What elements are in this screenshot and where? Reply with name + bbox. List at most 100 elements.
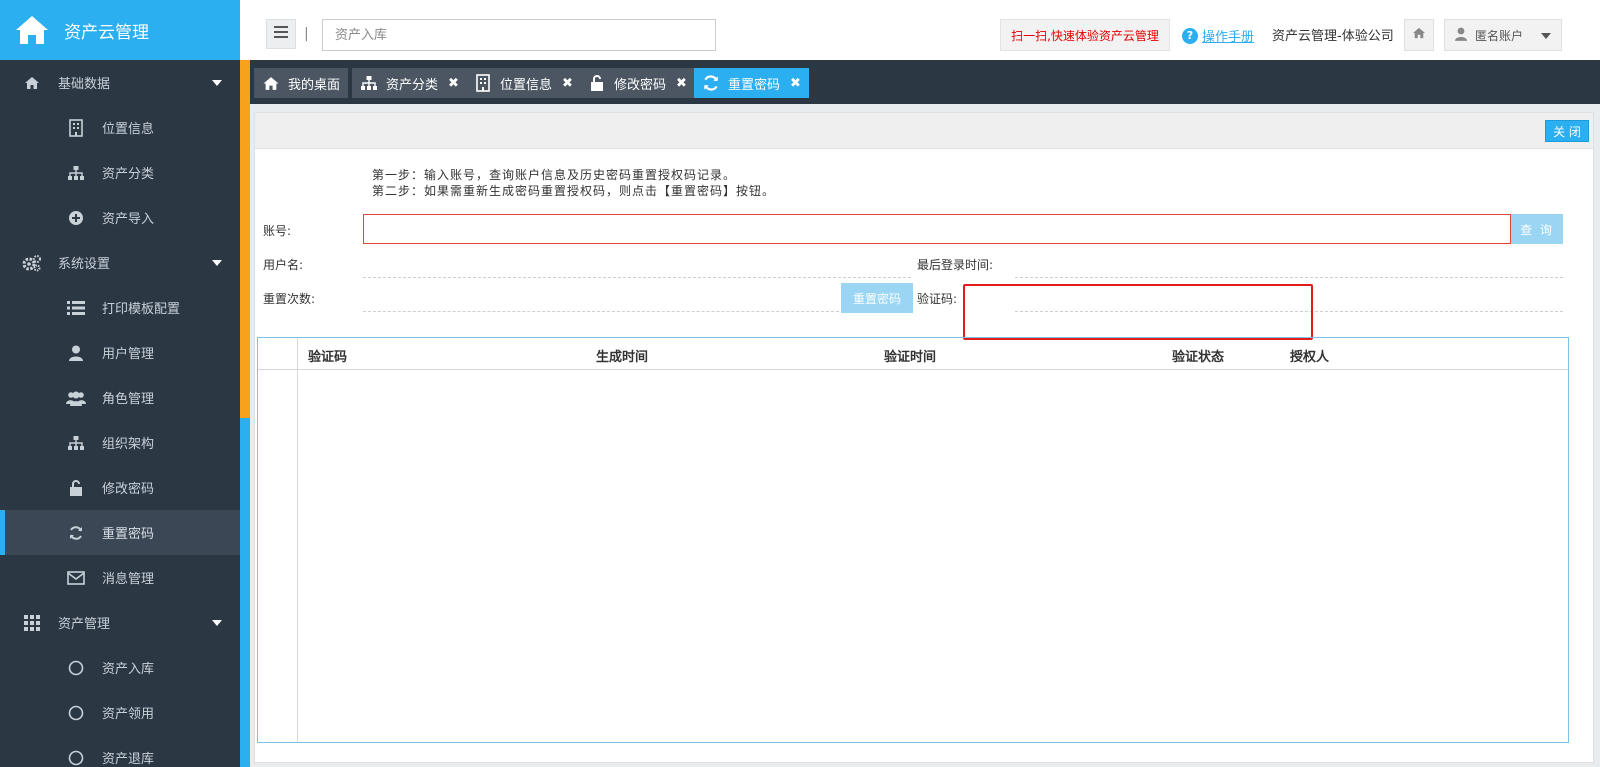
sidebar-item-reset-password[interactable]: 重置密码 [0,510,240,555]
sitemap-icon [66,434,86,452]
sidebar-group-basic-data[interactable]: 基础数据 [0,60,240,105]
manual-link[interactable]: 操作手册 [1202,26,1254,45]
table-header: 验证码 生成时间 验证时间 验证状态 授权人 [258,338,1568,370]
tab-location-info[interactable]: 位置信息 ✖ [466,68,581,98]
verify-code-label: 验证码: [917,292,958,306]
tab-label: 修改密码 [614,77,667,93]
promo-qr-button[interactable]: 扫一扫,快速体验资产云管理 [1000,19,1170,51]
stripe-blue [240,418,250,767]
help-link-group[interactable]: ? 操作手册 [1182,26,1254,45]
sidebar-item-user-management[interactable]: 用户管理 [0,330,240,375]
panel-toolbar: 关 闭 [255,113,1593,149]
grid-icon [22,613,42,633]
sidebar-item-label: 资产入库 [102,662,155,677]
sidebar-item-label: 资产导入 [102,212,155,227]
close-icon[interactable]: ✖ [676,76,687,91]
sidebar-group-label: 资产管理 [58,617,111,632]
search-input[interactable] [322,19,716,51]
building-icon [474,74,492,92]
close-button[interactable]: 关 闭 [1545,120,1589,142]
top-header: | 扫一扫,快速体验资产云管理 ? 操作手册 资产云管理-体验公司 匿名账户 [250,0,1600,60]
caret-down-icon [212,80,222,86]
close-icon[interactable]: ✖ [562,76,573,91]
sidebar-item-asset-category[interactable]: 资产分类 [0,150,240,195]
username-field [363,277,911,278]
refresh-icon [702,74,720,92]
close-icon[interactable]: ✖ [790,76,801,91]
tab-asset-category[interactable]: 资产分类 ✖ [352,68,467,98]
sidebar-group-system-settings[interactable]: 系统设置 [0,240,240,285]
sidebar-item-asset-requisition[interactable]: 资产领用 [0,690,240,735]
close-icon[interactable]: ✖ [448,76,459,91]
sidebar-item-asset-import[interactable]: 资产导入 [0,195,240,240]
row-number-column [258,338,298,742]
step-1-text: 第一步：输入账号，查询账户信息及历史密码重置授权码记录。 [372,168,737,182]
query-button[interactable]: 查 询 [1511,214,1563,244]
column-header-verify-status[interactable]: 验证状态 [1172,346,1224,365]
header-separator: | [304,26,309,42]
reset-password-panel: 关 闭 第一步：输入账号，查询账户信息及历史密码重置授权码记录。 第二步：如果需… [254,112,1594,763]
list-icon [66,299,86,317]
column-header-authorizer[interactable]: 授权人 [1290,346,1329,365]
users-icon [66,389,86,407]
building-icon [66,118,86,137]
gears-icon [22,253,42,273]
column-header-code[interactable]: 验证码 [308,346,347,365]
sidebar-item-label: 修改密码 [102,482,155,497]
user-menu-button[interactable]: 匿名账户 [1444,19,1562,51]
tab-label: 位置信息 [500,77,553,93]
sidebar-item-asset-inbound[interactable]: 资产入库 [0,645,240,690]
username-label: 用户名: [263,258,304,272]
menu-toggle-button[interactable] [266,19,296,49]
sidebar-item-label: 消息管理 [102,572,155,587]
sidebar-group-label: 基础数据 [58,77,111,92]
sidebar-group-asset-management[interactable]: 资产管理 [0,600,240,645]
sidebar-item-message-management[interactable]: 消息管理 [0,555,240,600]
sidebar-item-location[interactable]: 位置信息 [0,105,240,150]
column-header-verify-time[interactable]: 验证时间 [884,346,936,365]
sidebar-item-label: 打印模板配置 [102,302,181,317]
account-label: 账号: [263,224,292,238]
tab-label: 我的桌面 [288,77,341,93]
stripe-orange [240,60,250,418]
sidebar-item-org-structure[interactable]: 组织架构 [0,420,240,465]
main-content: 关 闭 第一步：输入账号，查询账户信息及历史密码重置授权码记录。 第二步：如果需… [250,104,1600,767]
tab-reset-password[interactable]: 重置密码 ✖ [694,68,809,98]
plus-circle-icon [66,209,86,227]
home-button[interactable] [1404,19,1434,51]
sidebar-item-label: 重置密码 [102,527,155,542]
sidebar-item-label: 角色管理 [102,392,155,407]
user-icon [66,344,86,362]
tab-bar: 我的桌面 资产分类 ✖ 位置信息 ✖ 修改密码 ✖ 重置密码 ✖ [250,60,1600,104]
app-title: 资产云管理 [64,22,149,43]
reset-count-field [363,311,839,312]
last-login-field [1015,277,1563,278]
highlight-box [963,284,1313,340]
sidebar-item-label: 组织架构 [102,437,155,452]
column-header-created-time[interactable]: 生成时间 [596,346,648,365]
tab-change-password[interactable]: 修改密码 ✖ [580,68,695,98]
caret-down-icon [212,260,222,266]
sidebar-item-print-template[interactable]: 打印模板配置 [0,285,240,330]
unlock-icon [588,74,606,92]
sidebar-item-label: 用户管理 [102,347,155,362]
sidebar-item-change-password[interactable]: 修改密码 [0,465,240,510]
sitemap-icon [360,74,378,92]
verify-code-table: 验证码 生成时间 验证时间 验证状态 授权人 [257,337,1569,743]
sidebar-group-label: 系统设置 [58,257,111,272]
account-input[interactable] [363,214,1511,244]
instructions: 第一步：输入账号，查询账户信息及历史密码重置授权码记录。 第二步：如果需重新生成… [372,167,775,199]
app-logo[interactable]: 资产云管理 [0,0,240,60]
home-icon [22,73,42,93]
tab-my-desktop[interactable]: 我的桌面 [254,68,349,98]
sidebar-item-role-management[interactable]: 角色管理 [0,375,240,420]
step-2-text: 第二步：如果需重新生成密码重置授权码，则点击【重置密码】按钮。 [372,184,776,198]
sidebar-item-label: 位置信息 [102,122,155,137]
reset-count-label: 重置次数: [263,292,316,306]
caret-down-icon [1541,33,1551,39]
reset-password-button[interactable]: 重置密码 [841,283,913,313]
sidebar-item-label: 资产分类 [102,167,155,182]
sidebar-item-asset-return[interactable]: 资产退库 [0,735,240,767]
sidebar-item-label: 资产退库 [102,752,155,767]
last-login-label: 最后登录时间: [917,258,994,272]
